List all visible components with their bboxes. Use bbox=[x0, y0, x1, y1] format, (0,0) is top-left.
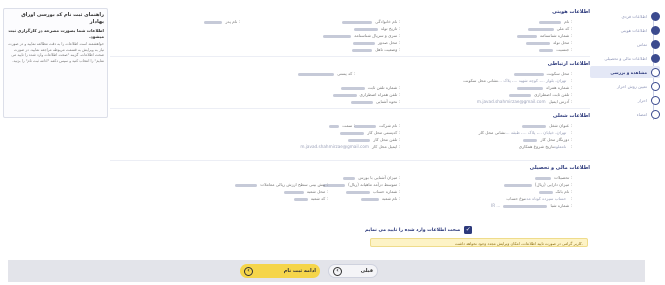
section-title-contact: اطلاعات ارتباطی bbox=[547, 61, 590, 67]
help-title: راهنمای ثبت نام کد بورسی اوراق بهادار bbox=[21, 12, 104, 25]
step-label: تماس bbox=[637, 41, 647, 47]
step-label: تعیین روش احراز bbox=[617, 83, 647, 89]
field-landline: شماره تلفن ثابت : bbox=[340, 85, 400, 90]
field-issue-place: محل صدور : bbox=[353, 40, 400, 45]
section-title-finance: اطلاعات مالی و تحصیلی bbox=[529, 165, 590, 171]
field-branch-code: کد شعبه : bbox=[293, 196, 328, 201]
help-subtitle: اطلاعات شما بصورت مصرحه در کارگزاری ثبت … bbox=[8, 28, 104, 39]
section-title-identity: اطلاعات هویتی bbox=[552, 9, 590, 15]
step-review[interactable]: مشاهده و بررسی bbox=[590, 66, 660, 78]
step-dot-icon bbox=[651, 81, 660, 91]
field-birth-place: محل تولد : bbox=[525, 40, 572, 45]
field-emergency-phone: تلفن ثابت اضطراری : bbox=[509, 92, 572, 97]
previous-label: قبلی bbox=[360, 268, 373, 274]
field-mobile: شماره همراه : bbox=[517, 85, 572, 90]
field-company: نام شرکت : bbox=[353, 123, 400, 128]
field-national-code: کد ملی : bbox=[527, 26, 572, 31]
registration-review-page: اطلاعات فردی اطلاعات هویتی تماس اطلاعات … bbox=[0, 0, 665, 285]
field-trade-volume: پیش بینی سطح ارزش ریالی معاملات : bbox=[235, 182, 328, 187]
field-start-date: نامعلومتاریخ شروع همکاری : bbox=[518, 144, 572, 149]
confirm-checkbox-row[interactable]: ✓ صحت اطلاعات وارد شده را تایید می نمایم bbox=[365, 226, 473, 234]
field-emergency-mobile: تلفن همراه اضطراری : bbox=[332, 92, 400, 97]
field-monthly-income: متوسط درآمد ماهیانه (ریال) : bbox=[323, 182, 400, 187]
step-dot-icon bbox=[651, 25, 660, 35]
field-first-name: نام : bbox=[539, 19, 572, 24]
step-contact[interactable]: تماس bbox=[590, 38, 660, 50]
step-auth-method[interactable]: تعیین روش احراز bbox=[590, 80, 660, 92]
field-id-number: شماره شناسنامه : bbox=[516, 33, 572, 38]
progress-stepper: اطلاعات فردی اطلاعات هویتی تماس اطلاعات … bbox=[590, 8, 663, 123]
step-personal[interactable]: اطلاعات فردی bbox=[590, 10, 660, 22]
warning-notice: کاربر گرامی در صورت تایید اطلاعات، امکان… bbox=[370, 238, 588, 247]
step-label: اطلاعات مالی و تحصیلی bbox=[604, 55, 647, 61]
field-bank: نام بانک : bbox=[538, 189, 572, 194]
field-email: m.javad.shahmirzae@gmail.com آدرس ایمیل : bbox=[476, 99, 572, 104]
field-work-fax: دورنگار محل کار : bbox=[523, 137, 572, 142]
field-marital: وضعیت تاهل : bbox=[352, 47, 400, 52]
step-label: امضاء bbox=[636, 111, 647, 117]
field-position: سمت : bbox=[329, 123, 355, 128]
step-label: احراز bbox=[637, 97, 647, 103]
field-branch-name: نام شعبه : bbox=[360, 196, 400, 201]
field-birth-date: تاریخ تولد : bbox=[353, 26, 400, 31]
review-content: اطلاعات هویتی نام : کد ملی : شماره شناسن… bbox=[110, 7, 590, 243]
help-panel: راهنمای ثبت نام کد بورسی اوراق بهادار اط… bbox=[3, 8, 108, 118]
step-dot-icon bbox=[651, 53, 660, 63]
step-dot-icon bbox=[651, 95, 660, 105]
chevron-left-icon: ‹ bbox=[244, 266, 253, 276]
help-body: خواهشمند است اطلاعات را به دقت مطالعه نم… bbox=[8, 42, 104, 63]
field-work-email: m.javad.shahmirzae@gmail.com ایمیل محل کا… bbox=[300, 144, 400, 149]
step-label: اطلاعات فردی bbox=[621, 13, 648, 19]
previous-button[interactable]: ‹ قبلی bbox=[328, 264, 378, 278]
step-sign[interactable]: امضاء bbox=[590, 108, 660, 120]
section-title-job: اطلاعات شغلی bbox=[552, 113, 590, 119]
step-dot-icon bbox=[651, 109, 660, 119]
continue-registration-button[interactable]: ‹ ادامه ثبت نام bbox=[240, 264, 320, 278]
field-account-type: حساب سپرده کوتاه مدتنوع حساب : bbox=[506, 196, 572, 201]
step-label: مشاهده و بررسی bbox=[610, 69, 647, 75]
step-identity[interactable]: اطلاعات هویتی bbox=[590, 24, 660, 36]
field-education: تحصیلات : bbox=[535, 175, 572, 180]
field-acquaintance: نحوه آشنایی : bbox=[350, 99, 400, 104]
step-finance[interactable]: اطلاعات مالی و تحصیلی bbox=[590, 52, 660, 64]
divider bbox=[110, 56, 590, 57]
field-gender: جنسیت : bbox=[539, 47, 572, 52]
step-auth[interactable]: احراز bbox=[590, 94, 660, 106]
field-home-address: تهران، بلوار ...، کوچه شهید ...، پلاک ..… bbox=[463, 78, 572, 83]
step-label: اطلاعات هویتی bbox=[620, 27, 647, 33]
divider bbox=[110, 108, 590, 109]
field-postal-code: کد پستی : bbox=[298, 71, 355, 76]
field-work-postal: کدپستی محل کار : bbox=[340, 130, 400, 135]
step-dot-icon bbox=[651, 39, 660, 49]
field-sheba: IR ... شماره شبا : bbox=[490, 203, 572, 208]
checkbox-checked-icon[interactable]: ✓ bbox=[464, 226, 473, 234]
field-father-name: نام پدر : bbox=[204, 19, 240, 24]
step-dot-icon bbox=[651, 67, 660, 77]
field-work-address: تهران، خیابان ...، پلاک ...، طبقه ...نشا… bbox=[478, 130, 572, 135]
field-assets: میزان دارایی (ریال) : bbox=[503, 182, 572, 187]
step-dot-icon bbox=[651, 11, 660, 21]
field-residence: محل سکونت : bbox=[513, 71, 572, 76]
confirm-label: صحت اطلاعات وارد شده را تایید می نمایم bbox=[365, 227, 461, 233]
field-id-serial: سری و سریال شناسنامه : bbox=[323, 33, 400, 38]
field-last-name: نام خانوادگی : bbox=[342, 19, 400, 24]
action-bar: ‹ ادامه ثبت نام ‹ قبلی bbox=[8, 260, 645, 282]
continue-label: ادامه ثبت نام bbox=[283, 268, 316, 274]
chevron-left-icon: ‹ bbox=[333, 266, 342, 276]
field-account-number: شماره حساب : bbox=[345, 189, 400, 194]
divider bbox=[110, 160, 590, 161]
field-exchange-familiarity: میزان آشنایی با بورس : bbox=[343, 175, 400, 180]
field-branch-place: محل شعبه : bbox=[283, 189, 328, 194]
field-job-title: عنوان شغل : bbox=[522, 123, 572, 128]
field-work-phone: تلفن محل کار : bbox=[348, 137, 400, 142]
